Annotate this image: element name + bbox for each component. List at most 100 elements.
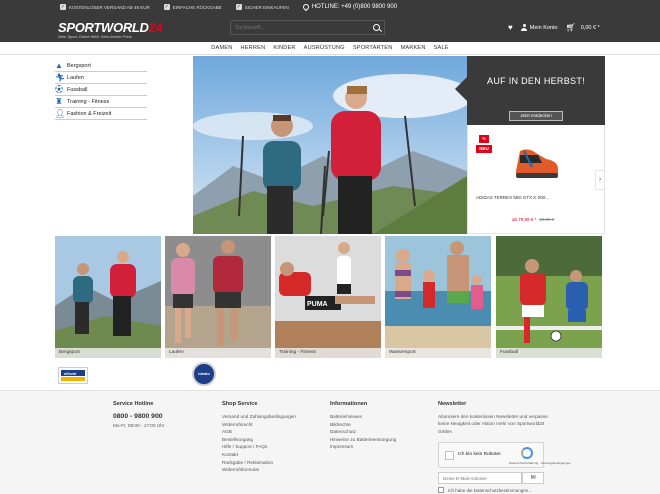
tile-wassersport[interactable]: Wassersport <box>385 236 491 358</box>
footer-link[interactable]: Versand und Zahlungsbedingungen <box>222 413 296 421</box>
account-label: Mein Konto <box>529 24 558 31</box>
consent-checkbox[interactable] <box>438 487 444 493</box>
usp-label: EINFACHE RÜCKGABE <box>172 4 222 10</box>
promo-box: AUF IN DEN HERBST! Jetzt entdecken <box>467 56 605 125</box>
nav-item-damen[interactable]: DAMEN <box>207 42 236 54</box>
logo-text-b: 24 <box>148 20 163 35</box>
header-actions: ♥ Mein Konto 🛒︎ 0,00 € * <box>508 23 600 32</box>
footer-link[interactable]: Datenschutz <box>330 428 396 436</box>
ekomi-seal[interactable]: eKomi <box>58 367 88 384</box>
discount-badge: % <box>479 135 489 143</box>
promo-title: AUF IN DEN HERBST! <box>487 76 585 86</box>
recaptcha-checkbox[interactable] <box>445 451 454 460</box>
category-item-fashion[interactable]: 👤︎ Fashion & Freizeit <box>55 108 147 120</box>
main-nav: DAMEN HERREN KINDER AUSRÜSTUNG SPORTARTE… <box>0 42 660 55</box>
footer-informationen: Informationen Batteriehinweis Bildrechte… <box>330 401 396 451</box>
recaptcha-terms[interactable]: Datenschutzerklärung · Nutzungsbedingung… <box>509 461 571 465</box>
usp-item: ✓ KOSTENLOSER VERSAND AB 49 EUR <box>60 4 150 10</box>
footer-heading: Service Hotline <box>113 401 154 407</box>
newsletter-email-input[interactable] <box>438 472 522 484</box>
footer-link[interactable]: Kontakt <box>222 451 296 459</box>
promo-button[interactable]: Jetzt entdecken <box>509 111 563 121</box>
tile-label: Fussball <box>496 348 602 358</box>
ekomi-logo: eKomi <box>61 370 85 381</box>
category-list: ▲ Bergsport 🏃︎ Laufen ⚽︎ Fussball ♜ Training… <box>55 60 147 120</box>
new-badge: NEU <box>476 145 492 153</box>
footer-newsletter: Newsletter Abonniere den kostenlosen New… <box>438 401 556 435</box>
category-label: Fashion & Freizeit <box>67 110 112 117</box>
category-item-training[interactable]: ♜ Training - Fitness <box>55 96 147 108</box>
search-icon[interactable] <box>373 24 380 31</box>
footer-heading: Newsletter <box>438 401 467 407</box>
mail-icon: ✉ <box>530 475 536 481</box>
tile-fussball[interactable]: Fussball <box>496 236 602 358</box>
tile-image <box>385 236 491 358</box>
usp-label: KOSTENLOSER VERSAND AB 49 EUR <box>69 4 150 10</box>
runner-icon: 🏃︎ <box>55 72 66 82</box>
usp-label: SICHER EINKAUFEN <box>244 4 289 10</box>
product-price: ab 79,99 € * 99,99 € <box>512 217 554 222</box>
footer-link[interactable]: AGB <box>222 428 296 436</box>
slider-next-arrow[interactable]: › <box>595 170 605 190</box>
check-icon: ✓ <box>60 4 66 10</box>
footer-link[interactable]: Hilfe / Support / FAQs <box>222 443 296 451</box>
tile-laufen[interactable]: Laufen <box>165 236 271 358</box>
footer-link[interactable]: Widerrufsformular <box>222 466 296 474</box>
promo-arrow <box>455 77 467 101</box>
product-image <box>516 149 558 178</box>
search-input[interactable] <box>231 21 361 34</box>
nav-item-sale[interactable]: SALE <box>430 42 453 54</box>
category-item-laufen[interactable]: 🏃︎ Laufen <box>55 72 147 84</box>
newsletter-text: Abonniere den kostenlosen Newsletter und… <box>438 414 548 434</box>
footer-link[interactable]: Hinweise zu Batterieentsorgung <box>330 436 396 444</box>
newsletter-consent[interactable]: Ich habe die Datenschutzbestimmungen... <box>438 487 532 493</box>
hotline[interactable]: HOTLINE: +49 (0)800 9800 900 <box>301 2 398 12</box>
idealo-badge[interactable]: idealo <box>192 362 216 386</box>
nav-item-marken[interactable]: MARKEN <box>396 42 429 54</box>
tile-label: Training - Fitness <box>275 348 381 358</box>
service-hours: Mo-Fr, 09:00 - 17:00 Uhr <box>113 423 165 428</box>
category-item-fussball[interactable]: ⚽︎ Fussball <box>55 84 147 96</box>
site-logo[interactable]: SPORTWORLD24 Dein Sport. Deine Welt. Dei… <box>58 20 163 40</box>
cart-link[interactable]: 🛒︎ 0,00 € * <box>566 23 600 32</box>
hero-photo <box>193 56 467 234</box>
tile-bergsport[interactable]: Bergsport <box>55 236 161 358</box>
footer-link[interactable]: Rückgabe / Reklamation <box>222 459 296 467</box>
nav-item-sportarten[interactable]: SPORTARTEN <box>349 42 397 54</box>
hero-banner-image[interactable] <box>193 56 467 234</box>
footer-link[interactable]: Batteriehinweis <box>330 413 396 421</box>
product-name[interactable]: ADIDAS TERREX MID GTX K 000... <box>476 195 549 200</box>
svg-text:PUMA: PUMA <box>307 301 328 308</box>
product-card[interactable]: % NEU ADIDAS TERREX MID GTX K 000... ab … <box>467 125 605 234</box>
footer-link[interactable]: Widerrufsrecht <box>222 421 296 429</box>
footer-link[interactable]: Bestellvorgang <box>222 436 296 444</box>
newsletter-submit-button[interactable]: ✉ <box>522 472 544 484</box>
check-icon: ✓ <box>163 4 170 10</box>
tile-image <box>55 236 161 358</box>
service-phone[interactable]: 0800 - 9800 900 <box>113 413 164 420</box>
nav-item-herren[interactable]: HERREN <box>236 42 269 54</box>
nav-item-ausruestung[interactable]: AUSRÜSTUNG <box>300 42 349 54</box>
category-item-bergsport[interactable]: ▲ Bergsport <box>55 60 147 72</box>
ekomi-text: eKomi <box>64 371 77 376</box>
account-link[interactable]: Mein Konto <box>521 24 558 31</box>
footer-shop-service: Shop Service Versand und Zahlungsbedingu… <box>222 401 296 474</box>
footer-heading: Shop Service <box>222 401 258 407</box>
tile-training-fitness[interactable]: PUMA Training - Fitness <box>275 236 381 358</box>
usp-item: ✓ SICHER EINKAUFEN <box>235 4 289 10</box>
category-label: Training - Fitness <box>67 98 110 105</box>
footer-service: Service Hotline 0800 - 9800 900 Mo-Fr, 0… <box>113 401 164 430</box>
logo-text: SPORTWORLD24 <box>58 20 163 35</box>
phone-icon <box>301 2 311 12</box>
heart-icon[interactable]: ♥ <box>508 23 513 32</box>
tile-label: Bergsport <box>55 348 161 358</box>
check-icon: ✓ <box>235 4 242 10</box>
footer: Service Hotline 0800 - 9800 900 Mo-Fr, 0… <box>0 390 660 494</box>
usp-row: ✓ KOSTENLOSER VERSAND AB 49 EUR ✓ EINFACHE… <box>60 2 398 12</box>
category-label: Laufen <box>67 74 84 81</box>
nav-item-kinder[interactable]: KINDER <box>269 42 299 54</box>
footer-link[interactable]: Bildrechte <box>330 421 396 429</box>
mountain-icon: ▲ <box>55 60 63 70</box>
footer-link[interactable]: Impressum <box>330 443 396 451</box>
hotline-label: HOTLINE: +49 (0)800 9800 900 <box>311 4 398 10</box>
